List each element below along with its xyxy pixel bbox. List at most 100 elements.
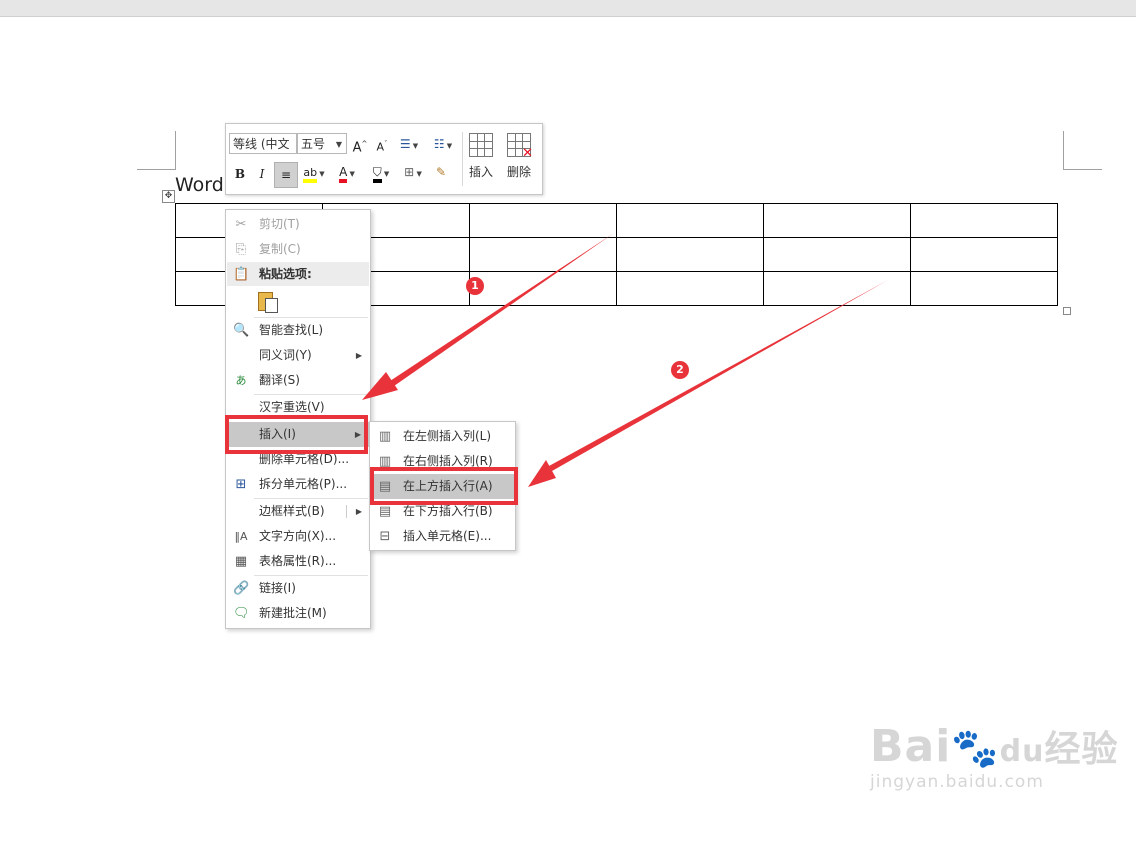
toolbar-divider <box>462 132 463 186</box>
mini-toolbar: 等线 (中文 五号 ▼ A^ Aˇ ☰ ▼ ☷ ▼ B I ≡ ab ▼ A ▼… <box>225 123 543 195</box>
menu-item-synonyms[interactable]: 同义词(Y) ▶ <box>226 343 370 368</box>
link-icon: 🔗 <box>233 581 250 596</box>
watermark-text: Bai <box>870 721 952 772</box>
menu-item-split-cells[interactable]: ⊞ 拆分单元格(P)... <box>226 472 370 497</box>
highlight-box-insert-above <box>370 467 518 505</box>
menu-item-label: 粘贴选项: <box>259 267 312 281</box>
chevron-right-icon: ▶ <box>355 351 362 360</box>
smart-lookup-icon: 🔍 <box>233 323 250 338</box>
menu-item-translate[interactable]: あ 翻译(S) <box>226 368 370 393</box>
menu-item-text-direction[interactable]: ‖A 文字方向(X)... <box>226 524 370 549</box>
shrink-font-button[interactable]: Aˇ <box>374 134 390 154</box>
translate-icon: あ <box>235 374 247 387</box>
delete-table-button[interactable]: ✕ 删除 <box>502 130 536 188</box>
table-cell[interactable] <box>763 237 911 272</box>
borders-icon: ⊞ <box>404 165 415 179</box>
table-cell[interactable] <box>616 237 764 272</box>
paste-keep-text-button[interactable] <box>257 290 279 314</box>
menu-item-paste-options: 📋 粘贴选项: <box>226 262 370 287</box>
paste-page-icon <box>265 298 278 313</box>
menu-item-border-styles[interactable]: 边框样式(B) ▶ <box>226 499 370 524</box>
paste-icon: 📋 <box>233 267 250 282</box>
scissors-icon: ✂ <box>235 217 247 232</box>
menu-item-copy[interactable]: ⎘ 复制(C) <box>226 237 370 262</box>
center-align-button[interactable]: ≡ <box>274 162 298 188</box>
menu-item-link[interactable]: 🔗 链接(I) <box>226 576 370 601</box>
font-name-select[interactable]: 等线 (中文 <box>229 133 297 154</box>
chevron-right-icon: ▶ <box>355 507 362 516</box>
format-painter-button[interactable]: ✎ <box>431 162 451 182</box>
watermark-logo: Bai🐾du经验 <box>870 720 1119 772</box>
font-size-select[interactable]: 五号 ▼ <box>297 133 347 154</box>
menu-item-label: 翻译(S) <box>259 373 300 387</box>
text-direction-icon: ‖A <box>234 530 248 543</box>
table-cell[interactable] <box>469 237 617 272</box>
insert-cells-icon: ⊟ <box>379 529 391 544</box>
table-cell[interactable] <box>469 271 617 306</box>
insert-below-icon: ▤ <box>378 504 392 519</box>
baidu-watermark: Bai🐾du经验 jingyan.baidu.com <box>870 720 1119 792</box>
insert-table-icon <box>469 133 493 157</box>
font-color-button[interactable]: A ▼ <box>332 162 362 183</box>
font-size-value: 五号 <box>301 137 326 151</box>
menu-item-insert-left[interactable]: ▥ 在左侧插入列(L) <box>370 424 515 449</box>
menu-item-label: 链接(I) <box>259 581 296 595</box>
menu-item-label: 边框样式(B) <box>259 504 325 518</box>
copy-icon: ⎘ <box>235 242 247 257</box>
watermark-url: jingyan.baidu.com <box>870 772 1044 792</box>
menu-item-table-properties[interactable]: ▦ 表格属性(R)... <box>226 549 370 574</box>
shading-button[interactable]: ⛉ ▼ <box>366 162 396 183</box>
menu-item-label: 在左侧插入列(L) <box>403 429 492 443</box>
page-corner-top-left <box>137 131 176 170</box>
watermark-text-cn: 经验 <box>1044 729 1119 770</box>
table-resize-handle[interactable] <box>1063 307 1071 315</box>
table-cell[interactable] <box>616 271 764 306</box>
menu-item-label: 插入单元格(E)... <box>403 529 492 543</box>
insert-label: 插入 <box>468 165 493 179</box>
step-badge-1: 1 <box>466 277 484 295</box>
new-comment-icon: 🗨 <box>233 606 250 621</box>
table-cell[interactable] <box>616 203 764 238</box>
table-cell[interactable] <box>910 203 1058 238</box>
window-top-bar <box>0 0 1136 17</box>
menu-item-label: 新建批注(M) <box>259 606 327 620</box>
menu-item-label: 同义词(Y) <box>259 348 312 362</box>
table-cell[interactable] <box>910 237 1058 272</box>
bullets-button[interactable]: ☰ ▼ <box>394 134 424 154</box>
highlight-icon: ab <box>303 166 318 183</box>
table-properties-icon: ▦ <box>234 554 248 569</box>
watermark-text-du: du <box>999 734 1045 769</box>
table-move-handle[interactable]: ✥ <box>162 190 175 203</box>
page-corner-top-right <box>1063 131 1102 170</box>
menu-item-label: 剪切(T) <box>259 217 300 231</box>
table-cell[interactable] <box>910 271 1058 306</box>
numbering-button[interactable]: ☷ ▼ <box>428 134 458 154</box>
grow-font-button[interactable]: A^ <box>352 134 368 155</box>
split-cells-icon: ⊞ <box>235 477 247 492</box>
arrow-2 <box>528 280 888 487</box>
menu-item-label: 复制(C) <box>259 242 301 256</box>
menu-item-insert-cells[interactable]: ⊟ 插入单元格(E)... <box>370 524 515 549</box>
menu-item-smart-lookup[interactable]: 🔍 智能查找(L) <box>226 318 370 343</box>
borders-button[interactable]: ⊞ ▼ <box>398 162 428 182</box>
table-cell[interactable] <box>469 203 617 238</box>
delete-table-icon: ✕ <box>507 133 533 160</box>
italic-button[interactable]: I <box>254 164 270 184</box>
chevron-down-icon: ▼ <box>335 140 342 149</box>
insert-left-icon: ▥ <box>378 429 392 444</box>
table-cell[interactable] <box>763 271 911 306</box>
table-cell[interactable] <box>763 203 911 238</box>
menu-item-cut[interactable]: ✂ 剪切(T) <box>226 212 370 237</box>
paint-bucket-icon: ⛉ <box>372 165 382 183</box>
highlight-button[interactable]: ab ▼ <box>299 162 329 183</box>
bold-button[interactable]: B <box>232 164 248 184</box>
shrink-font-icon: A <box>376 140 385 154</box>
annotation-arrows <box>362 233 888 487</box>
menu-item-label: 表格属性(R)... <box>259 554 337 568</box>
delete-label: 删除 <box>506 165 531 179</box>
split-divider <box>346 505 347 518</box>
menu-item-new-comment[interactable]: 🗨 新建批注(M) <box>226 601 370 626</box>
menu-item-label: 文字方向(X)... <box>259 529 337 543</box>
insert-table-button[interactable]: 插入 <box>464 130 498 188</box>
step-badge-2: 2 <box>671 361 689 379</box>
